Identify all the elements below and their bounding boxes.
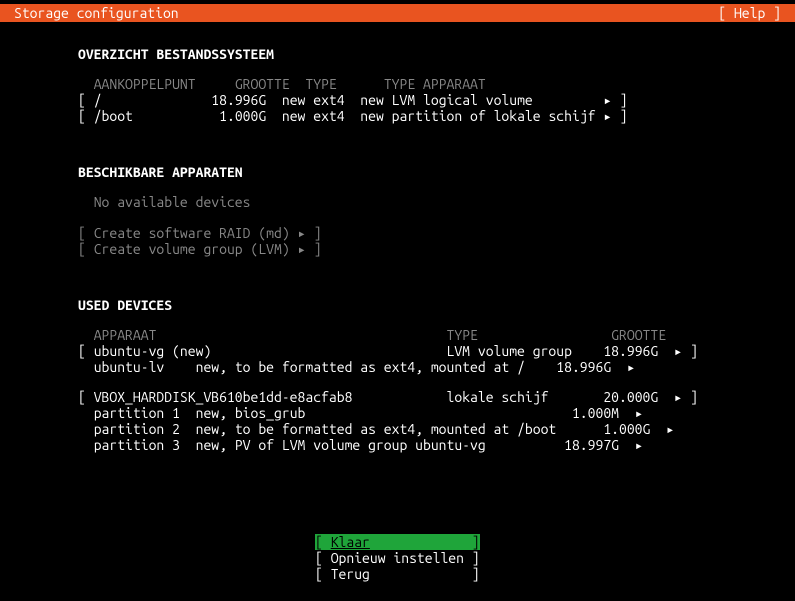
chevron-right-icon: ▸	[603, 108, 611, 124]
chevron-right-icon: ▸	[635, 437, 643, 453]
chevron-right-icon: ▸	[298, 241, 306, 257]
back-button[interactable]: [ Terug ]	[315, 566, 795, 582]
header-bar: Storage configuration [ Help ]	[0, 4, 795, 22]
reset-button[interactable]: [ Opnieuw instellen ]	[315, 550, 795, 566]
filesystem-summary-title: OVERZICHT BESTANDSSYSTEEM	[78, 46, 795, 62]
chevron-right-icon: ▸	[674, 343, 682, 359]
chevron-right-icon: ▸	[635, 405, 643, 421]
available-devices-title: BESCHIKBARE APPARATEN	[78, 164, 795, 180]
used-header-row: APPARAAT TYPE GROOTTE	[78, 327, 795, 343]
fs-row[interactable]: [ / 18.996G new ext4 new LVM logical vol…	[78, 92, 795, 108]
chevron-right-icon: ▸	[298, 225, 306, 241]
chevron-right-icon: ▸	[627, 359, 635, 375]
device-child-row[interactable]: ubuntu-lv new, to be formatted as ext4, …	[78, 359, 795, 375]
partition-row[interactable]: partition 1 new, bios_grub 1.000M ▸	[78, 405, 795, 421]
partition-row[interactable]: partition 3 new, PV of LVM volume group …	[78, 437, 795, 453]
partition-row[interactable]: partition 2 new, to be formatted as ext4…	[78, 421, 795, 437]
chevron-right-icon: ▸	[674, 389, 682, 405]
chevron-right-icon: ▸	[666, 421, 674, 437]
create-lvm-button[interactable]: [ Create volume group (LVM) ▸ ]	[78, 241, 795, 257]
help-button[interactable]: [ Help ]	[718, 5, 781, 21]
device-row[interactable]: [ ubuntu-vg (new) LVM volume group 18.99…	[78, 343, 795, 359]
device-row[interactable]: [ VBOX_HARDDISK_VB610be1dd-e8acfab8 loka…	[78, 389, 795, 405]
create-raid-button[interactable]: [ Create software RAID (md) ▸ ]	[78, 225, 795, 241]
chevron-right-icon: ▸	[603, 92, 611, 108]
done-button[interactable]: [ Klaar ]	[315, 534, 795, 550]
header-title: Storage configuration	[14, 5, 179, 21]
fs-row[interactable]: [ /boot 1.000G new ext4 new partition of…	[78, 108, 795, 124]
button-group: [ Klaar ] [ Opnieuw instellen ] [ Terug …	[315, 534, 795, 582]
fs-header-row: AANKOPPELPUNT GROOTTE TYPE TYPE APPARAAT	[78, 76, 795, 92]
main-content: OVERZICHT BESTANDSSYSTEEM AANKOPPELPUNT …	[0, 22, 795, 582]
no-available-devices: No available devices	[78, 194, 795, 210]
used-devices-title: USED DEVICES	[78, 297, 795, 313]
